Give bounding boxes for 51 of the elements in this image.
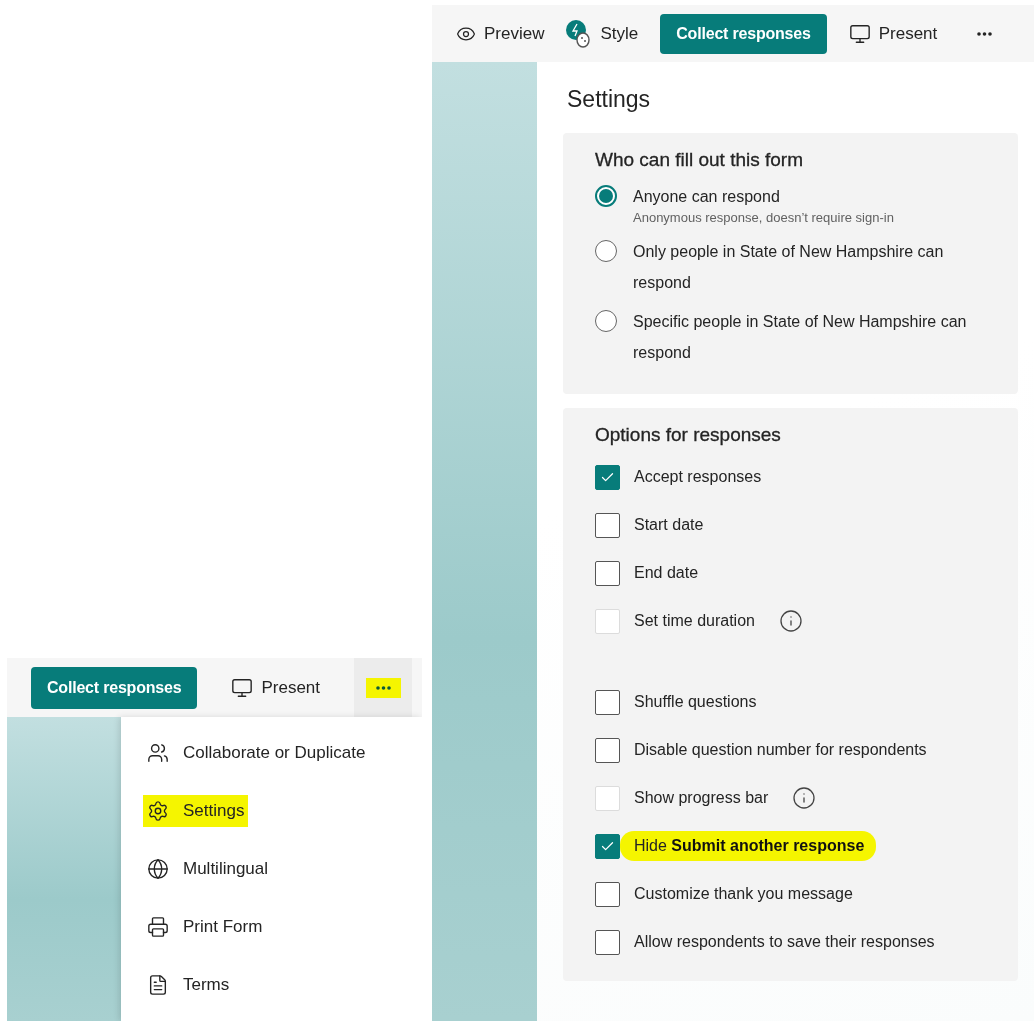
- people-icon: [147, 742, 169, 764]
- menu-item[interactable]: Multilingual: [143, 853, 273, 885]
- style-button[interactable]: Style: [566, 19, 639, 48]
- collect-responses-button[interactable]: Collect responses: [660, 13, 827, 54]
- info-icon[interactable]: [778, 609, 803, 633]
- section-heading: Options for responses: [595, 424, 782, 446]
- checkbox-label: Start date: [634, 516, 704, 534]
- section-heading: Who can fill out this form: [595, 149, 805, 171]
- checkbox-label: Show progress bar: [634, 789, 769, 807]
- printer-icon: [147, 916, 169, 938]
- radio-label: Specific people in State of New Hampshire can respond: [633, 312, 968, 363]
- checkbox[interactable]: [595, 560, 620, 586]
- palette-icon: [566, 19, 593, 48]
- monitor-icon: [848, 22, 871, 45]
- checkbox[interactable]: [595, 929, 620, 955]
- present-button[interactable]: Present: [231, 676, 321, 699]
- radio-button[interactable]: [595, 185, 617, 207]
- radio-hint: Anonymous response, doesn’t require sign-in: [633, 209, 895, 227]
- present-button[interactable]: Present: [848, 22, 938, 45]
- checkbox-label: Hide Submit another response: [620, 831, 877, 861]
- radio-button[interactable]: [595, 240, 617, 262]
- gear-icon: [147, 800, 169, 822]
- monitor-icon: [231, 676, 254, 699]
- checkbox-label: Allow respondents to save their responses: [634, 933, 935, 951]
- checkbox-label: End date: [634, 564, 699, 582]
- info-icon[interactable]: [792, 786, 817, 810]
- globe-icon: [147, 858, 169, 880]
- more-icon: [375, 685, 391, 690]
- checkbox-label: Set time duration: [634, 612, 755, 630]
- more-icon: [976, 31, 992, 36]
- radio-label: Anyone can respond: [633, 187, 781, 207]
- document-icon: [147, 974, 169, 996]
- collect-responses-button[interactable]: Collect responses: [31, 666, 198, 709]
- checkbox-label: Shuffle questions: [634, 693, 757, 711]
- radio-button[interactable]: [595, 310, 617, 332]
- checkbox[interactable]: [595, 737, 620, 763]
- checkbox-label: Customize thank you message: [634, 885, 853, 903]
- menu-item[interactable]: Settings: [143, 795, 249, 827]
- checkbox[interactable]: [595, 881, 620, 907]
- menu-item[interactable]: Print Form: [143, 911, 267, 943]
- menu-item[interactable]: Collaborate or Duplicate: [143, 737, 370, 769]
- checkbox-label: Disable question number for respondents: [634, 741, 927, 759]
- settings-title: Settings: [567, 86, 652, 113]
- radio-label: Only people in State of New Hampshire can respond: [633, 242, 945, 293]
- preview-button[interactable]: Preview: [456, 23, 545, 44]
- checkbox[interactable]: [595, 833, 620, 859]
- menu-item[interactable]: Terms: [143, 969, 234, 1001]
- checkbox[interactable]: [595, 464, 620, 490]
- checkbox[interactable]: [595, 512, 620, 538]
- checkbox[interactable]: [595, 689, 620, 715]
- checkbox-label: Accept responses: [634, 468, 762, 486]
